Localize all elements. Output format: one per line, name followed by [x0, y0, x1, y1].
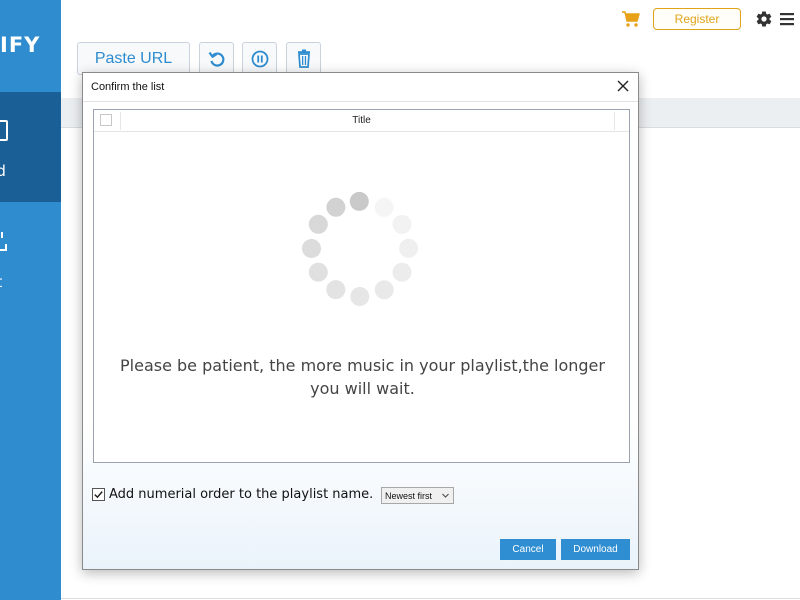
- dialog-title: Confirm the list: [91, 81, 165, 93]
- app-window: IFY oad ert Register: [0, 0, 800, 600]
- gear-icon[interactable]: [755, 10, 773, 28]
- numerical-order-label: Add numerial order to the playlist name.: [109, 487, 374, 502]
- download-icon: [0, 120, 8, 141]
- sidebar-item-label: oad: [0, 162, 6, 180]
- sidebar-item-download[interactable]: oad: [0, 92, 61, 202]
- numerical-order-option: Add numerial order to the playlist name.: [92, 487, 373, 502]
- playlist-list: Title Please be patient, the more music …: [93, 109, 630, 463]
- pause-icon: [251, 50, 268, 67]
- register-button[interactable]: Register: [653, 8, 741, 30]
- delete-button[interactable]: [286, 42, 321, 75]
- sidebar-item-label: ert: [0, 273, 2, 291]
- retry-button[interactable]: [199, 42, 234, 75]
- pause-button[interactable]: [242, 42, 277, 75]
- cancel-button[interactable]: Cancel: [500, 539, 556, 560]
- brand-logo-text: IFY: [0, 33, 41, 57]
- sidebar-item-convert[interactable]: ert: [0, 203, 61, 313]
- sidebar: IFY oad ert: [0, 0, 61, 600]
- column-header-title: Title: [352, 115, 371, 126]
- divider: [83, 101, 638, 102]
- retry-icon: [208, 51, 224, 67]
- check-icon: [94, 491, 103, 499]
- sort-order-value: Newest first: [385, 490, 433, 501]
- paste-url-button[interactable]: Paste URL: [77, 42, 190, 75]
- chevron-down-icon: [442, 493, 449, 498]
- menu-icon[interactable]: [779, 11, 795, 27]
- numerical-order-checkbox[interactable]: [92, 488, 105, 501]
- close-icon[interactable]: [614, 77, 632, 95]
- sort-order-select[interactable]: Newest first: [381, 487, 454, 504]
- download-button[interactable]: Download: [561, 539, 630, 560]
- divider: [61, 598, 800, 599]
- column-separator: [614, 112, 615, 130]
- trash-icon: [297, 49, 310, 68]
- loading-spinner-icon: [302, 191, 419, 306]
- wait-message: Please be patient, the more music in you…: [120, 356, 605, 398]
- list-header: Title: [94, 110, 629, 132]
- convert-icon: [0, 232, 7, 251]
- cart-icon[interactable]: [621, 9, 641, 29]
- confirm-list-dialog: Confirm the list Title Please be patient…: [82, 72, 639, 570]
- topbar-actions: Register: [621, 7, 800, 31]
